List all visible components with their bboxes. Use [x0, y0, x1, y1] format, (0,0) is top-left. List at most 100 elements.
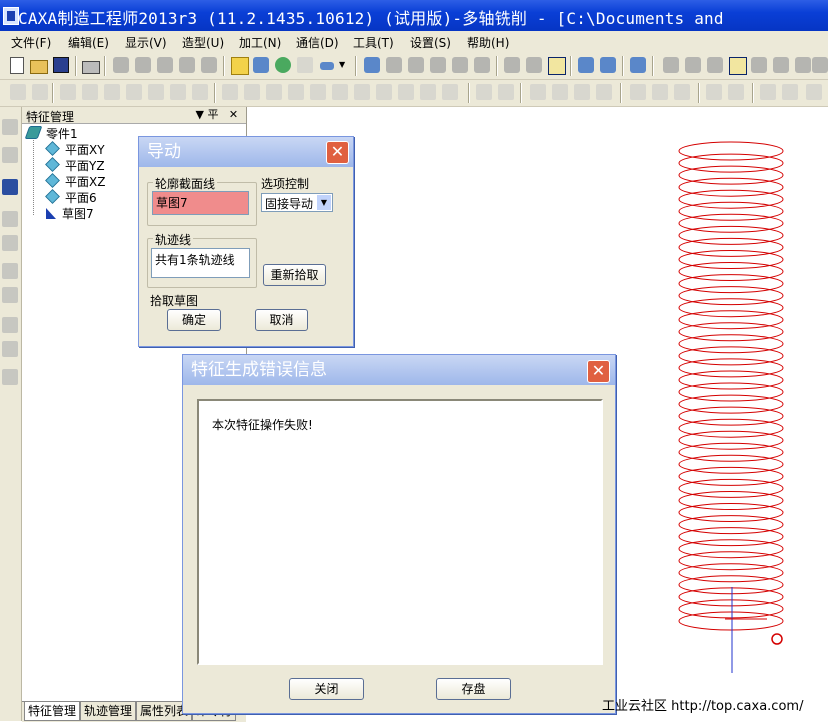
color-icon[interactable]	[320, 62, 334, 70]
curve-tool-6-icon[interactable]	[773, 57, 789, 73]
ok-button[interactable]: 确定	[167, 309, 221, 331]
line-tool-icon[interactable]	[2, 211, 18, 227]
surface-tool-icon[interactable]	[2, 341, 18, 357]
repick-button[interactable]: 重新拾取	[263, 264, 326, 286]
tree-item-part[interactable]: 零件1	[24, 125, 78, 142]
feature-tool-5-icon[interactable]	[104, 84, 120, 100]
filter-icon[interactable]	[275, 57, 291, 73]
save-icon[interactable]	[53, 57, 69, 73]
sweep-dialog-title[interactable]: 导动	[139, 137, 353, 167]
menu-file[interactable]: 文件(F)	[11, 34, 51, 51]
feature-tool-9-icon[interactable]	[192, 84, 208, 100]
curve-tool-5-icon[interactable]	[751, 57, 767, 73]
feature-tool-34-icon[interactable]	[806, 84, 822, 100]
tab-trajectory-management[interactable]: 轨迹管理	[80, 702, 137, 721]
shaded-icon[interactable]	[548, 57, 566, 75]
select-arrow-icon[interactable]	[2, 119, 18, 135]
feature-tool-23-icon[interactable]	[530, 84, 546, 100]
feature-tool-6-icon[interactable]	[126, 84, 142, 100]
feature-tool-31-icon[interactable]	[728, 84, 744, 100]
rotate-view-icon[interactable]	[452, 57, 468, 73]
feature-tool-27-icon[interactable]	[630, 84, 646, 100]
feature-tool-2-icon[interactable]	[32, 84, 48, 100]
menu-tools[interactable]: 工具(T)	[353, 34, 394, 51]
menu-modeling[interactable]: 造型(U)	[182, 34, 224, 51]
paste-icon[interactable]	[157, 57, 173, 73]
print-icon[interactable]	[82, 61, 100, 74]
feature-tool-22-icon[interactable]	[498, 84, 514, 100]
error-dialog-close-button[interactable]: ✕	[587, 360, 610, 383]
feature-tool-12-icon[interactable]	[266, 84, 282, 100]
query-tool-icon[interactable]	[2, 369, 18, 385]
undo-icon[interactable]	[179, 57, 195, 73]
feature-tool-32-icon[interactable]	[760, 84, 776, 100]
feature-tool-1-icon[interactable]	[10, 84, 26, 100]
pencil-icon[interactable]	[2, 147, 18, 163]
feature-tool-26-icon[interactable]	[596, 84, 612, 100]
wireframe-icon[interactable]	[504, 57, 520, 73]
profile-curve-field[interactable]: 草图7	[152, 191, 249, 215]
sweep-dialog-close-button[interactable]: ✕	[326, 141, 349, 164]
chevron-down-icon[interactable]: ▼	[317, 195, 331, 210]
panel-close-icon[interactable]: ✕	[227, 108, 240, 121]
feature-tool-15-icon[interactable]	[332, 84, 348, 100]
curve-tool-3-icon[interactable]	[707, 57, 723, 73]
feature-tool-28-icon[interactable]	[652, 84, 668, 100]
feature-tool-30-icon[interactable]	[706, 84, 722, 100]
window-title-bar[interactable]: CAXA制造工程师2013r3 (11.2.1435.10612) (试用版)-…	[0, 0, 828, 31]
light-bulb-icon[interactable]	[231, 57, 249, 75]
sketch-mode-icon[interactable]	[729, 57, 747, 75]
sketch-plane-icon[interactable]	[2, 179, 18, 195]
menu-view[interactable]: 显示(V)	[125, 34, 167, 51]
curve-tool-2-icon[interactable]	[685, 57, 701, 73]
error-message-box[interactable]: 本次特征操作失败!	[197, 399, 603, 665]
feature-tool-20-icon[interactable]	[442, 84, 458, 100]
new-file-icon[interactable]	[10, 57, 24, 74]
error-dialog-title[interactable]: 特征生成错误信息	[183, 355, 615, 385]
copy-icon[interactable]	[135, 57, 151, 73]
tab-feature-management[interactable]: 特征管理	[24, 702, 81, 721]
cancel-button[interactable]: 取消	[255, 309, 308, 331]
menu-edit[interactable]: 编辑(E)	[68, 34, 109, 51]
zoom-window-icon[interactable]	[386, 57, 402, 73]
tree-item-plane-xy[interactable]: 平面XY	[45, 141, 105, 158]
feature-tool-21-icon[interactable]	[476, 84, 492, 100]
tree-item-plane-6[interactable]: 平面6	[45, 189, 97, 206]
feature-tool-11-icon[interactable]	[244, 84, 260, 100]
feature-tool-24-icon[interactable]	[552, 84, 568, 100]
close-button[interactable]: 关闭	[289, 678, 364, 700]
feature-tool-4-icon[interactable]	[82, 84, 98, 100]
zoom-in-icon[interactable]	[408, 57, 424, 73]
curve-tool-8-icon[interactable]	[812, 57, 828, 73]
sweep-mode-select[interactable]: 固接导动 ▼	[261, 193, 333, 212]
query-icon[interactable]	[630, 57, 646, 73]
color-dropdown-arrow-icon[interactable]: ▼	[339, 60, 355, 76]
tree-item-sketch-7[interactable]: 草图7	[46, 205, 94, 222]
feature-tool-17-icon[interactable]	[376, 84, 392, 100]
trajectory-field[interactable]: 共有1条轨迹线	[151, 248, 250, 278]
curve-tool-1-icon[interactable]	[663, 57, 679, 73]
feature-tool-19-icon[interactable]	[420, 84, 436, 100]
pan-view-icon[interactable]	[364, 57, 380, 73]
feature-tool-18-icon[interactable]	[398, 84, 414, 100]
hidden-line-icon[interactable]	[526, 57, 542, 73]
transform-tool-icon[interactable]	[2, 317, 18, 333]
feature-tool-16-icon[interactable]	[354, 84, 370, 100]
menu-communication[interactable]: 通信(D)	[296, 34, 339, 51]
feature-tool-7-icon[interactable]	[148, 84, 164, 100]
tree-item-plane-yz[interactable]: 平面YZ	[45, 157, 105, 174]
feature-tool-33-icon[interactable]	[782, 84, 798, 100]
feature-tool-3-icon[interactable]	[60, 84, 76, 100]
save-button[interactable]: 存盘	[436, 678, 511, 700]
feature-tool-14-icon[interactable]	[310, 84, 326, 100]
redo-icon[interactable]	[201, 57, 217, 73]
cut-icon[interactable]	[113, 57, 129, 73]
feature-tool-25-icon[interactable]	[574, 84, 590, 100]
trim-tool-icon[interactable]	[2, 263, 18, 279]
feature-tool-29-icon[interactable]	[674, 84, 690, 100]
menu-help[interactable]: 帮助(H)	[467, 34, 509, 51]
menu-settings[interactable]: 设置(S)	[410, 34, 451, 51]
panel-pin-button[interactable]: ▼ 平	[194, 108, 220, 121]
rect-tool-icon[interactable]	[2, 235, 18, 251]
curve-tool-7-icon[interactable]	[795, 57, 811, 73]
